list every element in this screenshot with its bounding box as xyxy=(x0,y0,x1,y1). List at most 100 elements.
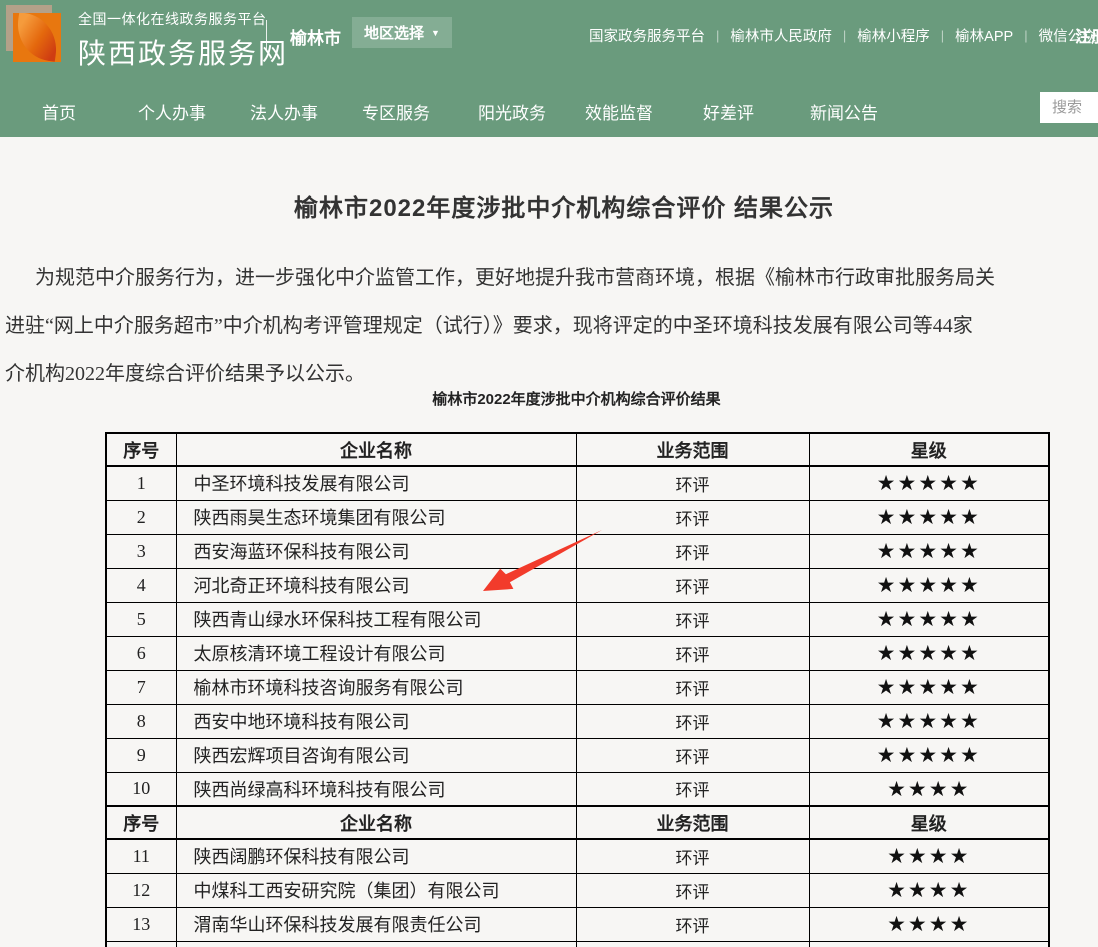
table-cell xyxy=(106,941,176,947)
cell-scope: 环评 xyxy=(576,636,809,670)
cell-scope: 环评 xyxy=(576,568,809,602)
cell-no: 1 xyxy=(106,466,176,500)
header-links: 国家政务服务平台|榆林市人民政府|榆林小程序|榆林APP|微信公众号 xyxy=(578,25,1098,46)
paragraph-line: 进驻“网上中介服务超市”中介机构考评管理规定（试行）》要求，现将评定的中圣环境科… xyxy=(5,302,1098,350)
header-link[interactable]: 榆林市人民政府 xyxy=(719,25,843,46)
cell-stars: ★★★★★ xyxy=(809,534,1049,568)
table-header-row: 序号企业名称业务范围星级 xyxy=(106,806,1049,839)
notice-paragraph: 为规范中介服务行为，进一步强化中介监管工作，更好地提升我市营商环境，根据《榆林市… xyxy=(5,254,1098,398)
cell-stars: ★★★★★ xyxy=(809,466,1049,500)
cell-no: 2 xyxy=(106,500,176,534)
nav-item-6[interactable]: 效能监督 xyxy=(585,99,653,124)
cell-stars: ★★★★★ xyxy=(809,670,1049,704)
column-header: 企业名称 xyxy=(176,433,576,466)
cell-scope: 环评 xyxy=(576,534,809,568)
cell-no: 12 xyxy=(106,873,176,907)
column-header: 序号 xyxy=(106,433,176,466)
evaluation-table: 序号企业名称业务范围星级1中圣环境科技发展有限公司环评★★★★★2陕西雨昊生态环… xyxy=(105,432,1050,947)
current-city: 榆林市 xyxy=(290,24,341,49)
cell-scope: 环评 xyxy=(576,839,809,873)
cell-stars: ★★★★ xyxy=(809,873,1049,907)
cell-no: 5 xyxy=(106,602,176,636)
cell-scope: 环评 xyxy=(576,772,809,806)
cell-name: 西安海蓝环保科技有限公司 xyxy=(176,534,576,568)
table-row: 5陕西青山绿水环保科技工程有限公司环评★★★★★ xyxy=(106,602,1049,636)
site-header: 全国一体化在线政务服务平台 陕西政务服务网 榆林市 地区选择 ▼ 国家政务服务平… xyxy=(0,0,1098,137)
column-header: 星级 xyxy=(809,806,1049,839)
cell-no: 13 xyxy=(106,907,176,941)
nav-item-5[interactable]: 阳光政务 xyxy=(478,99,546,124)
cell-stars: ★★★★★ xyxy=(809,636,1049,670)
cell-scope: 环评 xyxy=(576,704,809,738)
page: 全国一体化在线政务服务平台 陕西政务服务网 榆林市 地区选择 ▼ 国家政务服务平… xyxy=(0,0,1098,947)
cell-stars: ★★★★★ xyxy=(809,500,1049,534)
table-row xyxy=(106,941,1049,947)
table-row: 12中煤科工西安研究院（集团）有限公司环评★★★★ xyxy=(106,873,1049,907)
cell-name: 陕西宏辉项目咨询有限公司 xyxy=(176,738,576,772)
cell-stars: ★★★★★ xyxy=(809,738,1049,772)
cell-scope: 环评 xyxy=(576,670,809,704)
nav-item-7[interactable]: 好差评 xyxy=(703,99,754,124)
cell-no: 4 xyxy=(106,568,176,602)
cell-name: 太原核清环境工程设计有限公司 xyxy=(176,636,576,670)
cell-scope: 环评 xyxy=(576,738,809,772)
column-header: 序号 xyxy=(106,806,176,839)
region-selector[interactable]: 地区选择 ▼ xyxy=(352,17,452,48)
register-link[interactable]: 注册 xyxy=(1075,23,1098,47)
column-header: 业务范围 xyxy=(576,806,809,839)
table-row: 11陕西阔鹏环保科技有限公司环评★★★★ xyxy=(106,839,1049,873)
cell-name: 中圣环境科技发展有限公司 xyxy=(176,466,576,500)
cell-name: 陕西青山绿水环保科技工程有限公司 xyxy=(176,602,576,636)
table-cell xyxy=(576,941,809,947)
region-selector-label: 地区选择 xyxy=(364,22,424,43)
cell-name: 渭南华山环保科技发展有限责任公司 xyxy=(176,907,576,941)
cell-no: 10 xyxy=(106,772,176,806)
column-header: 企业名称 xyxy=(176,806,576,839)
cell-scope: 环评 xyxy=(576,602,809,636)
table-row: 8西安中地环境科技有限公司环评★★★★★ xyxy=(106,704,1049,738)
logo-leaf-icon xyxy=(13,13,61,62)
header-link[interactable]: 国家政务服务平台 xyxy=(578,25,716,46)
header-link[interactable]: 榆林小程序 xyxy=(846,25,941,46)
table-row: 3西安海蓝环保科技有限公司环评★★★★★ xyxy=(106,534,1049,568)
nav-item-1[interactable]: 首页 xyxy=(42,99,76,124)
table-header-row: 序号企业名称业务范围星级 xyxy=(106,433,1049,466)
site-name: 陕西政务服务网 xyxy=(78,32,288,72)
header-link[interactable]: 榆林APP xyxy=(944,25,1024,46)
cell-scope: 环评 xyxy=(576,907,809,941)
nav-item-3[interactable]: 法人办事 xyxy=(250,99,318,124)
cell-scope: 环评 xyxy=(576,466,809,500)
main-nav: 首页 个人办事 法人办事 专区服务 阳光政务 效能监督 好差评 新闻公告 xyxy=(0,80,1098,137)
cell-name: 陕西尚绿高科环境科技有限公司 xyxy=(176,772,576,806)
cell-no: 9 xyxy=(106,738,176,772)
cell-name: 中煤科工西安研究院（集团）有限公司 xyxy=(176,873,576,907)
nav-item-2[interactable]: 个人办事 xyxy=(138,99,206,124)
cell-name: 陕西阔鹏环保科技有限公司 xyxy=(176,839,576,873)
cell-no: 6 xyxy=(106,636,176,670)
nav-item-4[interactable]: 专区服务 xyxy=(362,99,430,124)
cell-stars: ★★★★★ xyxy=(809,568,1049,602)
table-cell xyxy=(809,941,1049,947)
cell-no: 3 xyxy=(106,534,176,568)
brand-block: 全国一体化在线政务服务平台 陕西政务服务网 xyxy=(78,9,288,72)
table-row: 9陕西宏辉项目咨询有限公司环评★★★★★ xyxy=(106,738,1049,772)
chevron-down-icon: ▼ xyxy=(431,28,440,38)
table-row: 2陕西雨昊生态环境集团有限公司环评★★★★★ xyxy=(106,500,1049,534)
search-input[interactable] xyxy=(1040,92,1098,123)
nav-item-8[interactable]: 新闻公告 xyxy=(810,99,878,124)
paragraph-line: 为规范中介服务行为，进一步强化中介监管工作，更好地提升我市营商环境，根据《榆林市… xyxy=(5,254,1098,302)
cell-stars: ★★★★★ xyxy=(809,602,1049,636)
table-row: 1中圣环境科技发展有限公司环评★★★★★ xyxy=(106,466,1049,500)
table-row: 10陕西尚绿高科环境科技有限公司环评★★★★ xyxy=(106,772,1049,806)
cell-no: 7 xyxy=(106,670,176,704)
table-row: 13渭南华山环保科技发展有限责任公司环评★★★★ xyxy=(106,907,1049,941)
cell-name: 河北奇正环境科技有限公司 xyxy=(176,568,576,602)
table-caption: 榆林市2022年度涉批中介机构综合评价结果 xyxy=(105,388,1048,409)
cell-stars: ★★★★★ xyxy=(809,704,1049,738)
cell-no: 11 xyxy=(106,839,176,873)
cell-name: 榆林市环境科技咨询服务有限公司 xyxy=(176,670,576,704)
column-header: 星级 xyxy=(809,433,1049,466)
table-row: 4河北奇正环境科技有限公司环评★★★★★ xyxy=(106,568,1049,602)
cell-stars: ★★★★ xyxy=(809,772,1049,806)
cell-scope: 环评 xyxy=(576,873,809,907)
